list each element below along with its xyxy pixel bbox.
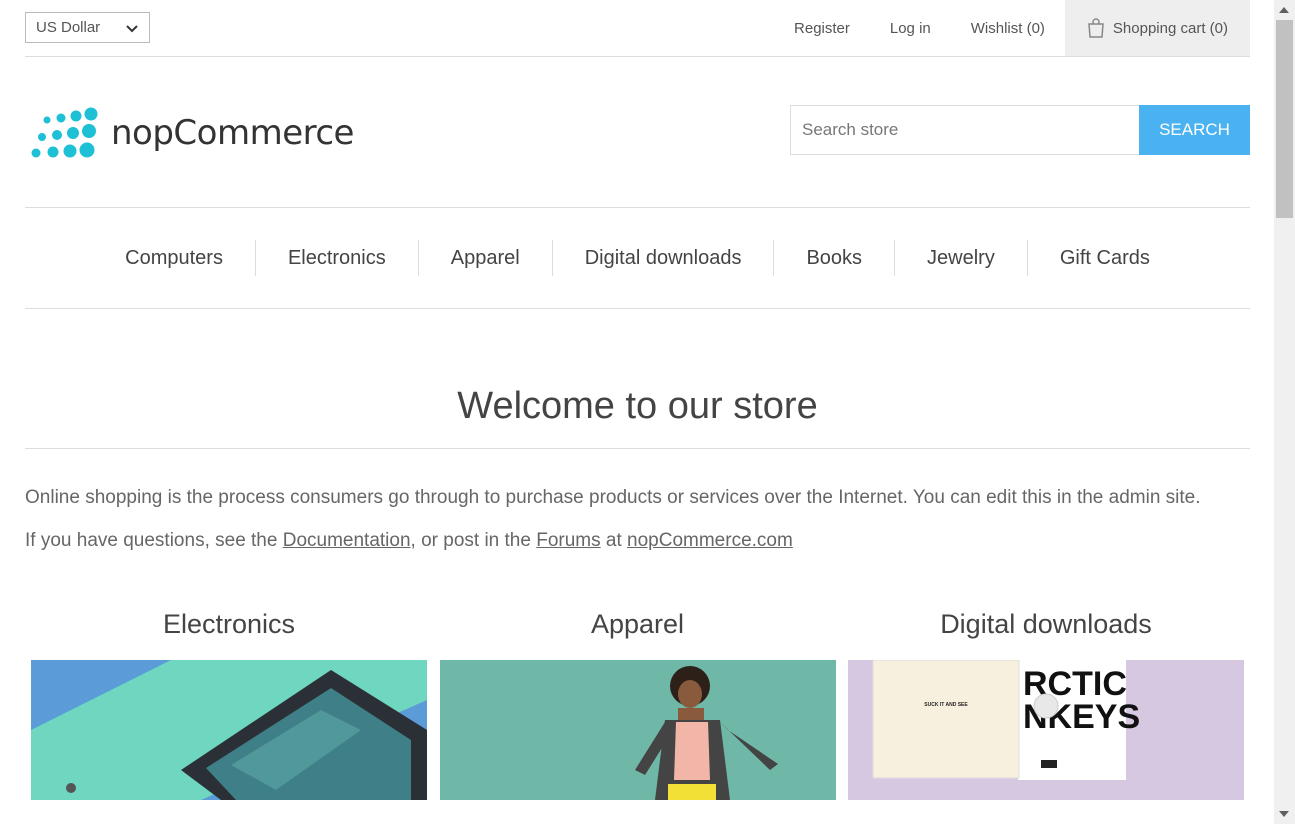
category-grid: Electronics Apparel Digital downloads RC… [25, 608, 1250, 800]
header-links: Register Log in Wishlist (0) Shopping ca… [774, 0, 1250, 56]
album-sleeve-text: SUCK IT AND SEE [924, 702, 968, 708]
menu-item-digital-downloads[interactable]: Digital downloads [551, 240, 774, 276]
header-upper: US Dollar Register Log in Wishlist (0) S… [25, 0, 1250, 57]
help-paragraph: If you have questions, see the Documenta… [25, 526, 1250, 556]
shopping-cart-link[interactable]: Shopping cart (0) [1064, 0, 1250, 56]
category-title[interactable]: Digital downloads [848, 608, 1244, 640]
documentation-link[interactable]: Documentation [283, 530, 411, 551]
category-image-electronics[interactable] [31, 660, 427, 800]
scroll-thumb[interactable] [1276, 20, 1293, 218]
category-title[interactable]: Electronics [31, 608, 427, 640]
menu-item-computers[interactable]: Computers [93, 240, 255, 276]
forums-link[interactable]: Forums [536, 530, 600, 551]
phone-image [31, 660, 427, 800]
menu-item-gift-cards[interactable]: Gift Cards [1026, 240, 1182, 276]
vertical-scrollbar[interactable] [1274, 0, 1295, 824]
currency-select[interactable]: US Dollar [25, 12, 150, 43]
page: US Dollar Register Log in Wishlist (0) S… [25, 0, 1250, 800]
welcome-text: Online shopping is the process consumers… [25, 483, 1250, 556]
logo-text: nopCommerce [111, 113, 354, 153]
cart-label: Shopping cart (0) [1112, 19, 1228, 37]
logo[interactable]: nopCommerce [27, 105, 354, 161]
search-box: SEARCH [790, 105, 1250, 155]
menu-item-apparel[interactable]: Apparel [417, 240, 552, 276]
scroll-up-arrow-icon[interactable] [1279, 7, 1289, 13]
help-text-prefix: If you have questions, see the [25, 530, 283, 551]
help-text-at: at [600, 530, 628, 551]
shopping-bag-icon [1088, 18, 1104, 38]
search-button[interactable]: SEARCH [1139, 105, 1250, 155]
album-image: RCTIC NKEYS SUCK IT AND SEE [872, 660, 1140, 780]
nopcommerce-link[interactable]: nopCommerce.com [627, 530, 793, 551]
category-electronics[interactable]: Electronics [31, 608, 427, 800]
currency-value: US Dollar [36, 19, 101, 36]
category-image-apparel[interactable] [439, 660, 836, 800]
help-text-middle: , or post in the [410, 530, 537, 551]
scroll-down-arrow-icon[interactable] [1279, 811, 1289, 817]
menu-item-electronics[interactable]: Electronics [254, 240, 418, 276]
model-image [634, 666, 778, 800]
logo-dots-icon [31, 107, 98, 158]
category-title[interactable]: Apparel [440, 608, 836, 640]
intro-paragraph: Online shopping is the process consumers… [25, 487, 1201, 508]
chevron-down-icon [126, 24, 138, 32]
menu-item-books[interactable]: Books [773, 240, 894, 276]
category-apparel[interactable]: Apparel [439, 608, 836, 800]
page-title: Welcome to our store [25, 309, 1250, 449]
menu-item-jewelry[interactable]: Jewelry [894, 240, 1027, 276]
wishlist-link[interactable]: Wishlist (0) [951, 20, 1065, 37]
category-image-digital-downloads[interactable]: RCTIC NKEYS SUCK IT AND SEE [848, 660, 1244, 800]
top-menu: Computers Electronics Apparel Digital do… [25, 208, 1250, 309]
category-digital-downloads[interactable]: Digital downloads RCTIC NKEYS SUCK IT AN… [848, 608, 1244, 800]
header-lower: nopCommerce SEARCH [25, 57, 1250, 208]
register-link[interactable]: Register [774, 20, 870, 37]
login-link[interactable]: Log in [870, 20, 951, 37]
search-input[interactable] [790, 105, 1139, 155]
